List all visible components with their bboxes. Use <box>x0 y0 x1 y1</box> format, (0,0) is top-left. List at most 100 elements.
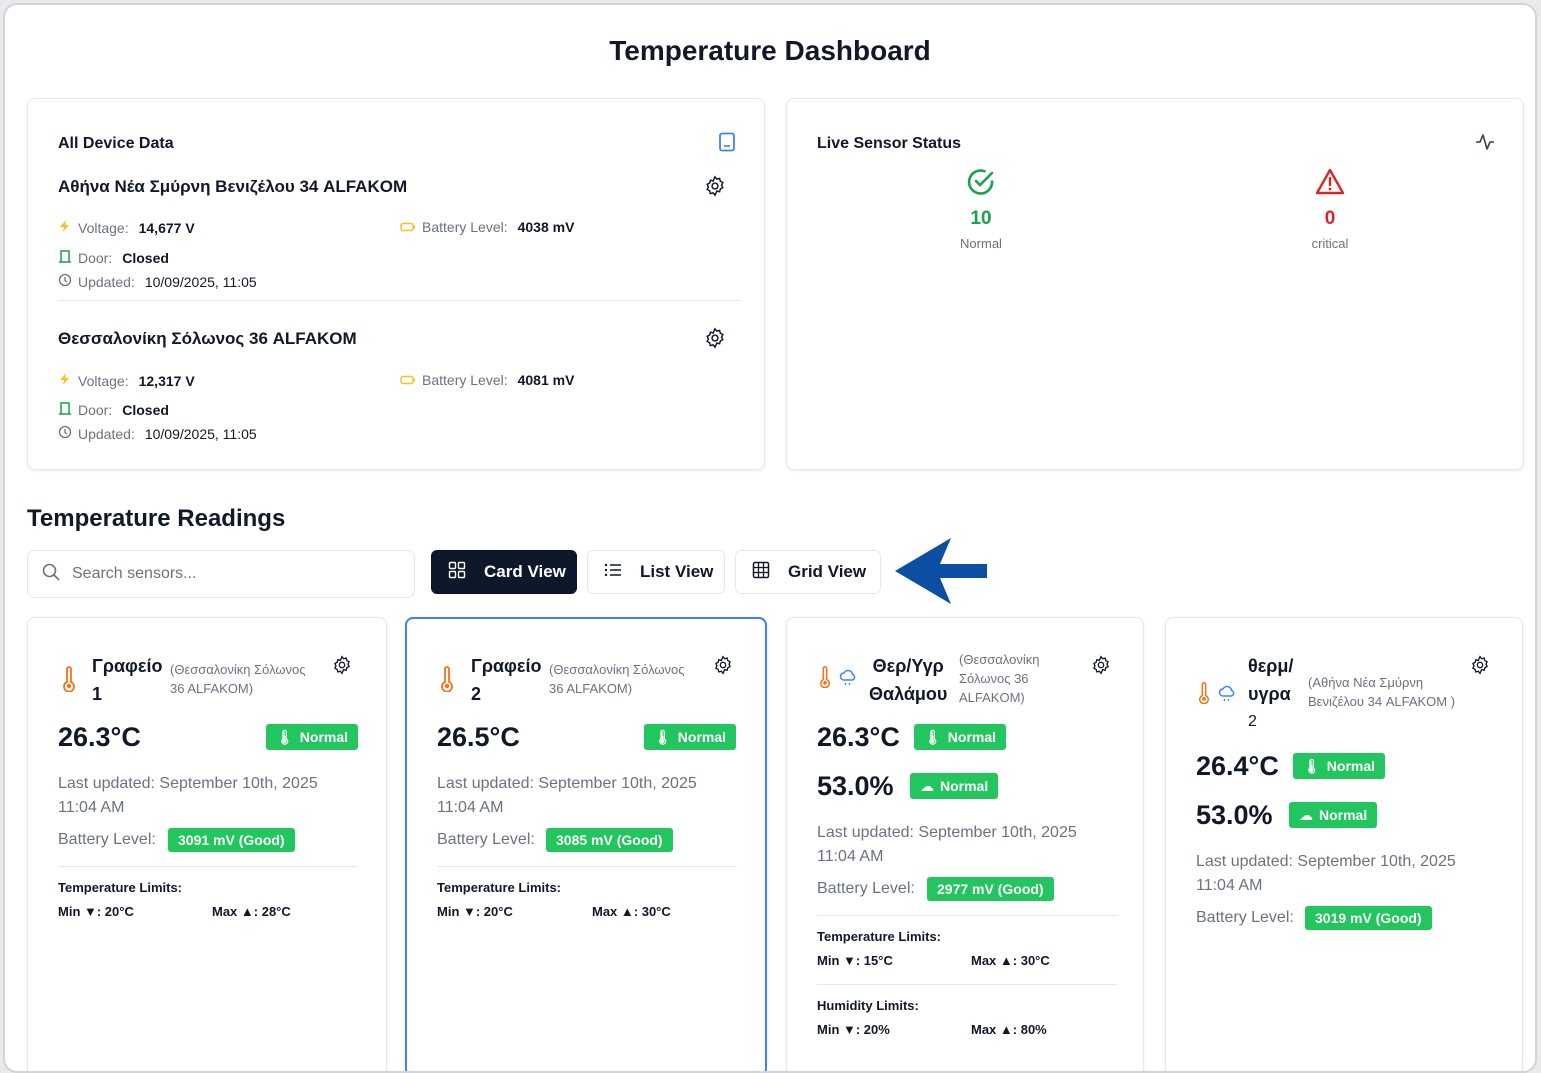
document-icon[interactable] <box>718 132 736 157</box>
battery-label: Battery Level: <box>817 880 915 897</box>
card-view-button[interactable]: Card View <box>431 550 577 594</box>
normal-label: Normal <box>960 236 1002 251</box>
arrow-left-icon <box>893 536 989 611</box>
temp-status-badge: 🌡︎ Normal <box>266 724 359 750</box>
gear-icon[interactable] <box>332 655 352 680</box>
humidity-cloud-icon: ☁ <box>920 777 934 794</box>
thermometer-icon: 🌡︎ <box>654 728 672 745</box>
updated-row: Updated: 10/09/2025, 11:05 <box>58 273 257 290</box>
temp-limits-title: Temperature Limits: <box>437 880 562 895</box>
thermometer-icon <box>62 666 76 697</box>
device-panel-title: All Device Data <box>58 135 174 152</box>
last-updated: Last updated: September 10th, 2025 11:04 … <box>1196 853 1456 894</box>
humidity-cloud-icon <box>839 668 857 691</box>
grid-icon <box>448 561 466 584</box>
list-icon <box>604 562 622 583</box>
bolt-icon <box>58 372 72 389</box>
clock-icon <box>58 425 72 442</box>
battery-badge: 3091 mV (Good) <box>168 828 295 852</box>
sensor-card-selected[interactable]: Γραφείο 2 (Θεσσαλονίκη Σόλωνος 36 ALFAKOM)… <box>405 617 767 1071</box>
humidity-cloud-icon <box>1218 684 1236 707</box>
thermometer-icon: 🌡︎ <box>924 728 942 745</box>
battery-label: Battery Level: <box>1196 909 1294 926</box>
temp-max-limit: Max ▲: 30°C <box>592 904 671 919</box>
critical-label: critical <box>1311 236 1349 251</box>
battery-badge: 3019 mV (Good) <box>1305 906 1432 930</box>
sensor-card[interactable]: Γραφείο 1 (Θεσσαλονίκη Σόλωνος 36 ALFAKOM)… <box>27 617 387 1071</box>
search-icon <box>42 563 60 586</box>
gear-icon[interactable] <box>704 175 726 202</box>
critical-count: 0 <box>1324 208 1336 229</box>
activity-icon[interactable] <box>1475 133 1495 156</box>
temp-min-limit: Min ▼: 20°C <box>437 904 513 919</box>
sensor-location: (Αθήνα Νέα Σμύρνη Βενιζέλου 34 ALFAKOM ) <box>1308 675 1456 709</box>
thermometer-icon <box>1198 682 1210 709</box>
device-name: Αθήνα Νέα Σμύρνη Βενιζέλου 34 ALFAKOM <box>58 177 408 196</box>
sensor-card[interactable]: θερμ/υγρα 2 (Αθήνα Νέα Σμύρνη Βενιζέλου 34… <box>1165 617 1523 1071</box>
gear-icon[interactable] <box>713 655 733 680</box>
hum-max-limit: Max ▲: 80% <box>971 1022 1047 1037</box>
voltage-row: Voltage: 12,317 V <box>58 372 195 389</box>
app-frame: Temperature Dashboard All Device Data Αθ… <box>3 3 1537 1073</box>
door-row: Door: Closed <box>58 249 169 266</box>
humidity-cloud-icon: ☁ <box>1299 806 1313 823</box>
temperature-value: 26.3°C <box>58 722 141 752</box>
temperature-value: 26.4°C <box>1196 751 1279 781</box>
battery-label: Battery Level: <box>437 831 535 848</box>
battery-badge: 3085 mV (Good) <box>546 828 673 852</box>
battery-icon <box>400 219 416 235</box>
temp-status-badge: 🌡︎ Normal <box>1293 753 1386 779</box>
device-data-panel: All Device Data Αθήνα Νέα Σμύρνη Βενιζέλ… <box>27 98 765 470</box>
divider <box>58 866 358 867</box>
battery-badge: 2977 mV (Good) <box>927 877 1054 901</box>
divider <box>817 984 1117 985</box>
last-updated: Last updated: September 10th, 2025 11:04 … <box>817 824 1077 865</box>
table-icon <box>752 561 770 584</box>
clock-icon <box>58 273 72 290</box>
sensor-location: (Θεσσαλονίκη Σόλωνος 36 ALFAKOM) <box>170 662 306 696</box>
thermometer-icon: 🌡︎ <box>1303 757 1321 774</box>
page-title: Temperature Dashboard <box>609 35 931 66</box>
gear-icon[interactable] <box>1470 655 1490 680</box>
temp-status-badge: 🌡︎ Normal <box>644 724 737 750</box>
gear-icon[interactable] <box>704 327 726 354</box>
normal-count: 10 <box>970 208 992 229</box>
battery-label: Battery Level: <box>58 831 156 848</box>
sensor-name: θερμ/υγρα 2 <box>1248 656 1294 730</box>
check-circle-icon <box>966 169 996 201</box>
sensor-card[interactable]: Θερ/Υγρ Θαλάμου (Θεσσαλονίκη Σόλωνος 36 ALF… <box>786 617 1144 1071</box>
last-updated: Last updated: September 10th, 2025 11:04 … <box>58 775 318 816</box>
temperature-value: 26.5°C <box>437 722 520 752</box>
live-sensor-panel: Live Sensor Status 10 Normal 0 critical <box>786 98 1524 470</box>
humidity-status-badge: ☁ Normal <box>910 773 999 799</box>
battery-row: Battery Level: 4038 mV <box>400 219 574 235</box>
thermometer-icon <box>440 666 454 697</box>
updated-row: Updated: 10/09/2025, 11:05 <box>58 425 257 442</box>
critical-stat: 0 critical <box>1270 167 1390 251</box>
temp-limits-title: Temperature Limits: <box>58 880 183 895</box>
humidity-value: 53.0% <box>1196 800 1273 830</box>
temp-max-limit: Max ▲: 28°C <box>212 904 291 919</box>
sensor-location: (Θεσσαλονίκη Σόλωνος 36 ALFAKOM) <box>549 662 685 696</box>
temp-status-badge: 🌡︎ Normal <box>914 724 1007 750</box>
search-input[interactable] <box>72 565 372 583</box>
temperature-value: 26.3°C <box>817 722 900 752</box>
list-view-button[interactable]: List View <box>587 550 725 594</box>
battery-icon <box>400 372 416 388</box>
search-box[interactable] <box>27 550 415 598</box>
divider <box>817 915 1117 916</box>
door-icon <box>58 249 72 266</box>
temp-limits-title: Temperature Limits: <box>817 929 942 944</box>
hum-min-limit: Min ▼: 20% <box>817 1022 890 1037</box>
door-row: Door: Closed <box>58 401 169 418</box>
door-icon <box>58 401 72 418</box>
sensor-name: Γραφείο 2 <box>471 656 542 704</box>
gear-icon[interactable] <box>1091 655 1111 680</box>
sensor-location: (Θεσσαλονίκη Σόλωνος 36 ALFAKOM) <box>959 652 1040 705</box>
bolt-icon <box>58 219 72 236</box>
grid-view-button[interactable]: Grid View <box>735 550 881 594</box>
sensor-name: Θερ/Υγρ Θαλάμου <box>869 656 948 704</box>
divider <box>437 866 737 867</box>
hum-limits-title: Humidity Limits: <box>817 998 919 1013</box>
battery-row: Battery Level: 4081 mV <box>400 372 574 388</box>
